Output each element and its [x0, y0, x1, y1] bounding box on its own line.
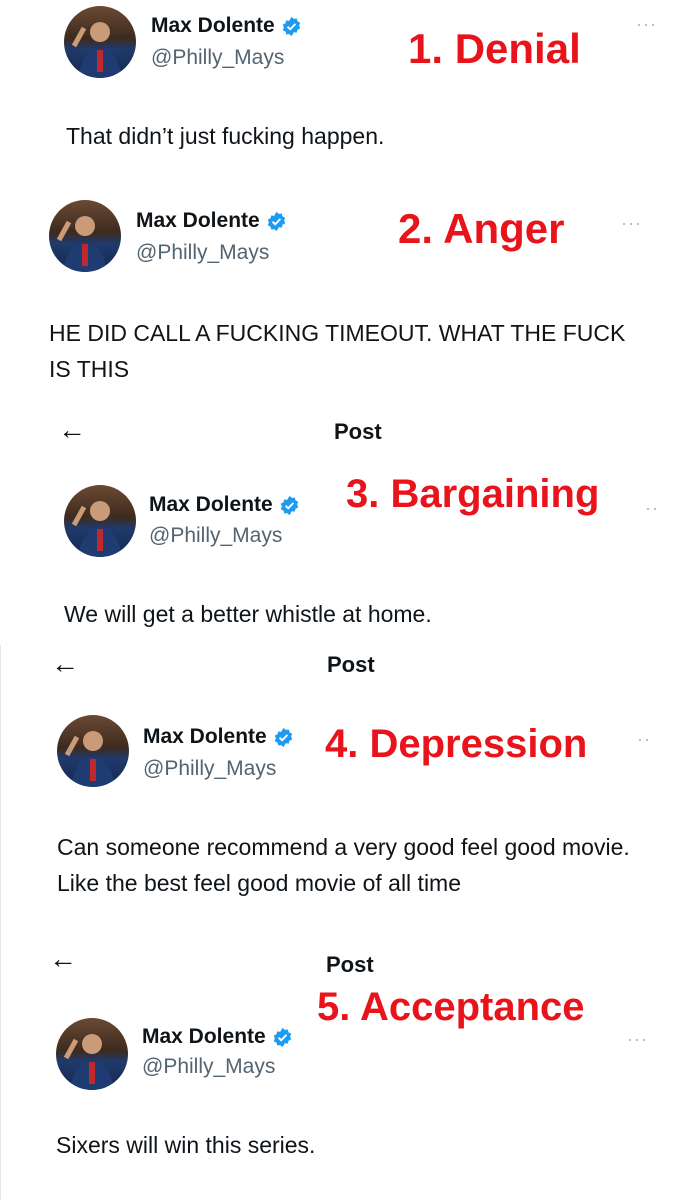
author-handle[interactable]: @Philly_Mays	[143, 757, 276, 781]
tweet-3: ← Post Max Dolente @Philly_Mays 3. Barga…	[0, 410, 675, 645]
avatar[interactable]	[64, 6, 136, 78]
post-title: Post	[334, 419, 382, 444]
tweet-text: HE DID CALL A FUCKING TIMEOUT. WHAT THE …	[49, 320, 626, 382]
verified-badge-icon	[274, 727, 292, 747]
verified-badge-icon	[282, 16, 300, 36]
arrow-left-icon[interactable]: ←	[58, 416, 86, 444]
stage-label: 1. Denial	[408, 25, 581, 72]
stage-label: 3. Bargaining	[346, 472, 600, 516]
tweet-5: ← Post Max Dolente @Philly_Mays 5. Accep…	[0, 935, 675, 1200]
avatar[interactable]	[56, 1018, 128, 1090]
stage-label: 5. Acceptance	[317, 985, 585, 1029]
tweet-text: Can someone recommend a very good feel g…	[57, 834, 630, 896]
arrow-left-icon[interactable]: ←	[51, 650, 79, 678]
avatar[interactable]	[57, 715, 129, 787]
author-name[interactable]: Max Dolente	[151, 14, 302, 38]
author-name[interactable]: Max Dolente	[149, 493, 300, 517]
author-name[interactable]: Max Dolente	[143, 725, 294, 749]
verified-badge-icon	[280, 495, 298, 515]
post-title: Post	[326, 952, 374, 977]
tweet-text: That didn’t just fucking happen.	[66, 123, 385, 149]
author-name[interactable]: Max Dolente	[136, 209, 287, 233]
arrow-left-icon[interactable]: ←	[49, 945, 77, 973]
tweet-1: Max Dolente @Philly_Mays 1. Denial ··· T…	[0, 0, 675, 185]
post-title: Post	[327, 652, 375, 677]
ellipsis-icon[interactable]: ···	[621, 213, 642, 234]
ellipsis-icon[interactable]: ···	[627, 1029, 648, 1050]
tweet-text: Sixers will win this series.	[56, 1132, 316, 1158]
avatar[interactable]	[64, 485, 136, 557]
tweet-2: Max Dolente @Philly_Mays 2. Anger ··· HE…	[0, 185, 675, 395]
verified-badge-icon	[267, 211, 285, 231]
ellipsis-icon[interactable]: ···	[636, 14, 657, 35]
author-handle[interactable]: @Philly_Mays	[149, 524, 282, 548]
author-name[interactable]: Max Dolente	[142, 1025, 293, 1049]
author-handle[interactable]: @Philly_Mays	[151, 46, 284, 70]
verified-badge-icon	[273, 1027, 291, 1047]
stage-label: 4. Depression	[325, 722, 588, 766]
avatar[interactable]	[49, 200, 121, 272]
ellipsis-icon[interactable]: ··	[645, 498, 659, 519]
author-handle[interactable]: @Philly_Mays	[142, 1055, 275, 1079]
ellipsis-icon[interactable]: ··	[637, 729, 651, 750]
stage-label: 2. Anger	[398, 205, 565, 252]
tweet-4: ← Post Max Dolente @Philly_Mays 4. Depre…	[0, 645, 675, 935]
tweet-text: We will get a better whistle at home.	[64, 601, 432, 627]
author-handle[interactable]: @Philly_Mays	[136, 241, 269, 265]
